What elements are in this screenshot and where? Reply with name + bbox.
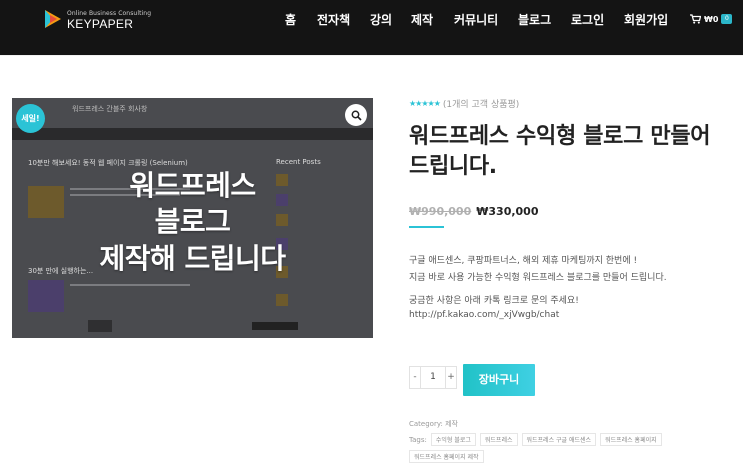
add-to-cart-button[interactable]: 장바구니 — [463, 364, 535, 396]
tag-link[interactable]: 수익형 블로그 — [430, 433, 476, 446]
nav-community[interactable]: 커뮤니티 — [454, 11, 498, 28]
logo-name: KEYPAPER — [67, 17, 134, 31]
description-line-3: 궁금한 사항은 아래 카톡 링크로 문의 주세요! — [409, 296, 579, 306]
category-label: Category: — [409, 420, 443, 428]
price-sale: ₩330,000 — [476, 205, 539, 218]
product-category: Category: 제작 — [409, 419, 458, 429]
mock-navbar — [12, 128, 373, 140]
mock-button — [252, 322, 298, 330]
product-title: 워드프레스 수익형 블로그 만들어 드립니다. — [409, 124, 711, 179]
tags-label: Tags: — [409, 435, 427, 444]
mock-sidebar-thumb — [276, 294, 288, 306]
site-logo[interactable]: Online Business Consulting KEYPAPER — [43, 9, 153, 31]
product-price: ₩990,000 ₩330,000 — [409, 205, 539, 218]
tag-link[interactable]: 워드프레스 홈페이지 — [600, 433, 662, 446]
price-original: ₩990,000 — [409, 205, 472, 218]
logo-play-icon — [45, 10, 61, 28]
sale-badge: 세일! — [16, 104, 45, 133]
nav-home[interactable]: 홈 — [285, 11, 296, 28]
mock-site-title: 워드프레스 간블주 회사창 — [72, 105, 148, 113]
nav-signup[interactable]: 회원가입 — [624, 11, 668, 28]
tag-link[interactable]: 워드프레스 — [479, 433, 518, 446]
product-tags: Tags: 수익형 블로그 워드프레스 워드프레스 구글 애드센스 워드프레스 … — [409, 433, 709, 463]
mock-text-line — [70, 284, 190, 286]
qty-minus-button[interactable]: - — [410, 367, 421, 388]
nav-login[interactable]: 로그인 — [571, 11, 604, 28]
qty-plus-button[interactable]: + — [445, 367, 456, 388]
mock-thumbnail — [28, 280, 64, 312]
overlay-line-2: 블로그 — [154, 205, 231, 238]
description-line-1: 구글 애드센스, 쿠팡파트너스, 해외 제휴 마케팅까지 한번에 ! — [409, 256, 638, 266]
product-rating: ★★★★★ (1개의 고객 상품평) — [409, 97, 519, 110]
category-link[interactable]: 제작 — [445, 420, 458, 428]
star-rating-icon: ★★★★★ — [409, 99, 441, 108]
site-header: Online Business Consulting KEYPAPER 홈 전자… — [0, 0, 743, 55]
mock-card — [88, 320, 112, 332]
nav-course[interactable]: 강의 — [370, 11, 392, 28]
accent-divider — [409, 226, 444, 228]
review-count-link[interactable]: (1개의 고객 상품평) — [443, 97, 519, 110]
description-line-2: 지금 바로 사용 가능한 수익형 워드프레스 블로그를 만들어 드립니다. — [409, 273, 667, 283]
nav-production[interactable]: 제작 — [411, 11, 433, 28]
image-zoom-button[interactable] — [345, 104, 367, 126]
nav-ebook[interactable]: 전자책 — [317, 11, 350, 28]
product-image[interactable]: 워드프레스 간블주 회사창 10분만 해보세요! 동적 웹 페이지 크롤링 (S… — [12, 98, 373, 338]
header-divider — [0, 55, 743, 56]
quantity-stepper: - 1 + — [409, 366, 457, 389]
tag-link[interactable]: 워드프레스 구글 애드센스 — [521, 433, 597, 446]
cart-count-badge: 0 — [721, 14, 733, 24]
cart-icon — [690, 14, 701, 24]
kakao-chat-link[interactable]: http://pf.kakao.com/_xjVwgb/chat — [409, 310, 559, 320]
header-cart[interactable]: ₩0 0 — [690, 13, 733, 25]
cart-amount: ₩0 — [704, 14, 719, 24]
tag-link[interactable]: 워드프레스 홈페이지 제작 — [409, 450, 484, 463]
qty-input[interactable]: 1 — [421, 367, 445, 388]
nav-blog[interactable]: 블로그 — [518, 11, 551, 28]
search-icon — [351, 110, 362, 121]
overlay-line-3: 제작해 드립니다 — [99, 242, 286, 275]
logo-tagline: Online Business Consulting — [67, 10, 152, 17]
overlay-line-1: 워드프레스 — [129, 169, 256, 202]
